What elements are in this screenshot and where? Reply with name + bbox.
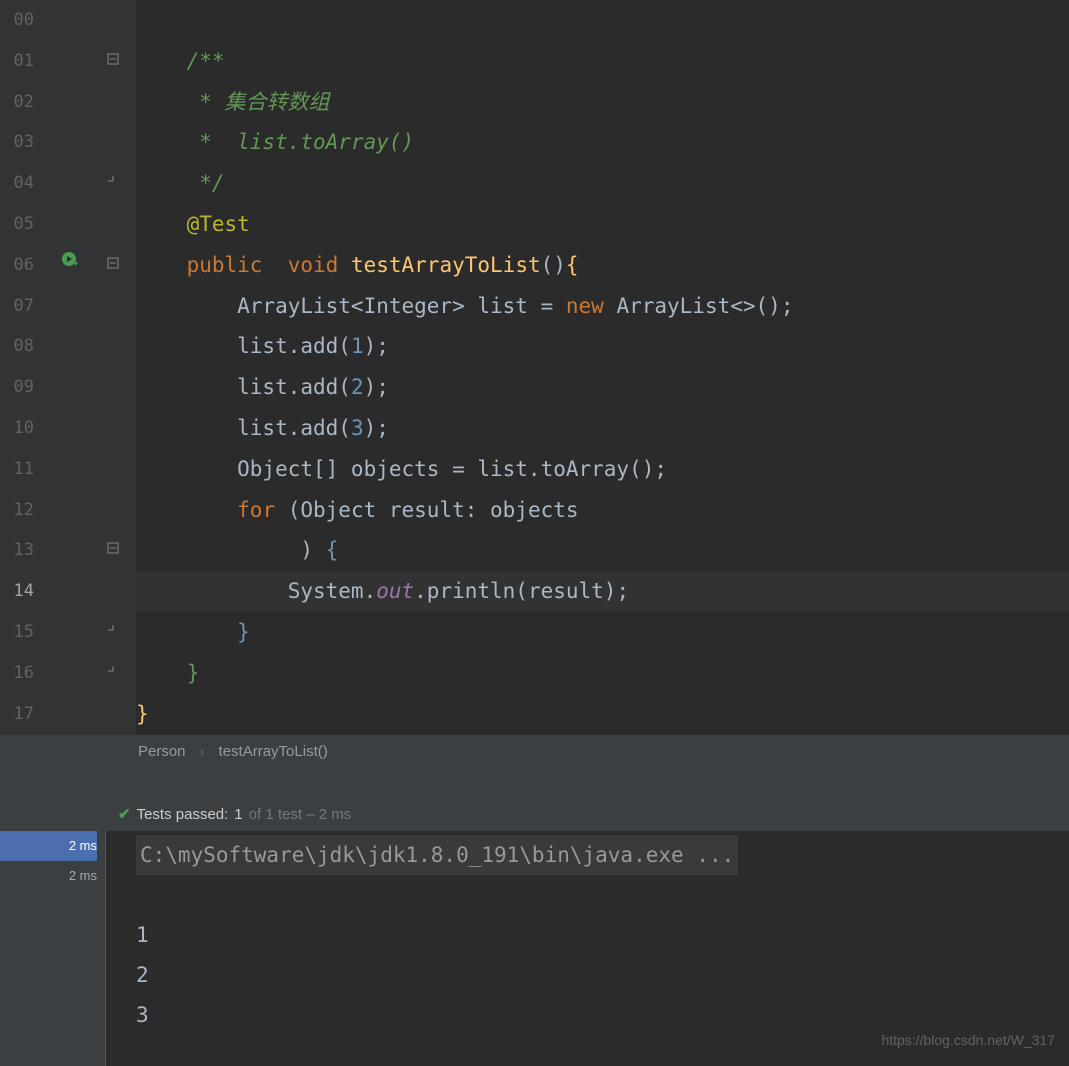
watermark-text: https://blog.csdn.net/W_317 bbox=[881, 1032, 1055, 1048]
code-line[interactable]: System.out.println(result); bbox=[136, 571, 1069, 612]
test-status-bar: ✔ Tests passed: 1 of 1 test – 2 ms bbox=[0, 797, 1069, 831]
console-output[interactable]: C:\mySoftware\jdk\jdk1.8.0_191\bin\java.… bbox=[105, 831, 1069, 1066]
code-line[interactable]: * list.toArray() bbox=[136, 122, 1069, 163]
test-tree-panel[interactable]: 2 ms 2 ms bbox=[0, 831, 105, 1066]
line-number[interactable]: 00 bbox=[0, 0, 52, 41]
test-timing-row[interactable]: 2 ms bbox=[0, 861, 97, 891]
code-line[interactable]: Object[] objects = list.toArray(); bbox=[136, 449, 1069, 490]
code-line[interactable]: @Test bbox=[136, 204, 1069, 245]
tests-passed-count: 1 bbox=[234, 806, 242, 823]
fold-column bbox=[94, 0, 136, 735]
code-line[interactable]: for (Object result: objects bbox=[136, 490, 1069, 531]
line-number[interactable]: 03 bbox=[0, 122, 52, 163]
tests-passed-label: Tests passed: bbox=[137, 806, 229, 823]
line-number[interactable]: 08 bbox=[0, 326, 52, 367]
check-icon: ✔ bbox=[118, 805, 131, 823]
line-number[interactable]: 15 bbox=[0, 612, 52, 653]
line-number[interactable]: 07 bbox=[0, 286, 52, 327]
line-number[interactable]: 02 bbox=[0, 82, 52, 123]
line-number[interactable]: 11 bbox=[0, 449, 52, 490]
code-line[interactable]: /** bbox=[136, 41, 1069, 82]
line-number-gutter[interactable]: 000102030405060708091011121314151617 bbox=[0, 0, 52, 735]
line-number[interactable]: 05 bbox=[0, 204, 52, 245]
line-number[interactable]: 13 bbox=[0, 530, 52, 571]
line-number[interactable]: 16 bbox=[0, 653, 52, 694]
line-number[interactable]: 14 bbox=[0, 571, 52, 612]
code-line[interactable] bbox=[136, 0, 1069, 41]
code-line[interactable]: } bbox=[136, 653, 1069, 694]
line-number[interactable]: 04 bbox=[0, 163, 52, 204]
code-line[interactable]: list.add(2); bbox=[136, 367, 1069, 408]
run-test-icon[interactable] bbox=[60, 250, 80, 275]
line-number[interactable]: 01 bbox=[0, 41, 52, 82]
test-timing-row[interactable]: 2 ms bbox=[0, 831, 97, 861]
code-line[interactable]: public void testArrayToList(){ bbox=[136, 245, 1069, 286]
fold-end-icon[interactable] bbox=[106, 624, 120, 638]
console-command-line: C:\mySoftware\jdk\jdk1.8.0_191\bin\java.… bbox=[136, 835, 738, 875]
code-line[interactable]: } bbox=[136, 612, 1069, 653]
fold-expand-icon[interactable] bbox=[106, 542, 120, 556]
code-line[interactable]: * 集合转数组 bbox=[136, 82, 1069, 123]
breadcrumb-item[interactable]: Person bbox=[138, 743, 186, 760]
console-area: 2 ms 2 ms C:\mySoftware\jdk\jdk1.8.0_191… bbox=[0, 831, 1069, 1066]
console-output-line: 2 bbox=[136, 955, 1069, 995]
tests-total-suffix: of 1 test – 2 ms bbox=[249, 806, 352, 823]
editor-area: 000102030405060708091011121314151617 /**… bbox=[0, 0, 1069, 735]
console-output-line: 3 bbox=[136, 995, 1069, 1035]
code-line[interactable]: } bbox=[136, 694, 1069, 735]
code-line[interactable]: ) { bbox=[136, 530, 1069, 571]
line-number[interactable]: 09 bbox=[0, 367, 52, 408]
code-line[interactable]: ArrayList<Integer> list = new ArrayList<… bbox=[136, 286, 1069, 327]
line-number[interactable]: 17 bbox=[0, 694, 52, 735]
gutter-icon-column bbox=[52, 0, 94, 735]
code-line[interactable]: list.add(1); bbox=[136, 326, 1069, 367]
fold-end-icon[interactable] bbox=[106, 665, 120, 679]
fold-expand-icon[interactable] bbox=[106, 53, 120, 67]
code-line[interactable]: */ bbox=[136, 163, 1069, 204]
line-number[interactable]: 12 bbox=[0, 490, 52, 531]
breadcrumb-separator-icon: › bbox=[200, 743, 205, 760]
line-number[interactable]: 10 bbox=[0, 408, 52, 449]
tool-window-header bbox=[0, 767, 1069, 797]
line-number[interactable]: 06 bbox=[0, 245, 52, 286]
fold-end-icon[interactable] bbox=[106, 175, 120, 189]
breadcrumb: Person › testArrayToList() bbox=[0, 735, 1069, 767]
breadcrumb-item[interactable]: testArrayToList() bbox=[219, 743, 328, 760]
console-output-line: 1 bbox=[136, 915, 1069, 955]
code-line[interactable]: list.add(3); bbox=[136, 408, 1069, 449]
code-editor[interactable]: /** * 集合转数组 * list.toArray() */ @Test pu… bbox=[136, 0, 1069, 735]
fold-expand-icon[interactable] bbox=[106, 257, 120, 271]
